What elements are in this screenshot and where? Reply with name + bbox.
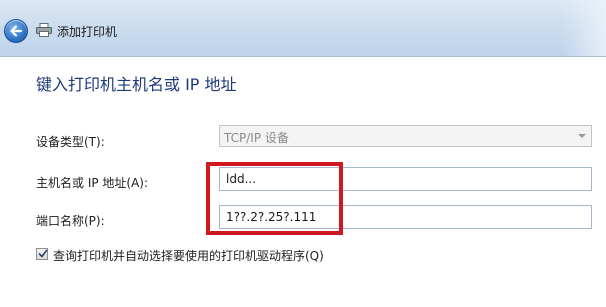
printer-icon [36,23,52,37]
chevron-down-icon [578,134,586,138]
hostname-value: ldd... [226,172,257,186]
hostname-input[interactable]: ldd... [219,167,592,191]
port-name-input[interactable]: 1??.2?.25?.111 [219,205,592,229]
back-button[interactable] [4,19,28,43]
page-heading: 键入打印机主机名或 IP 地址 [36,75,237,94]
device-type-select[interactable]: TCP/IP 设备 [219,125,592,147]
query-printer-label: 查询打印机并自动选择要使用的打印机驱动程序(Q) [53,249,324,263]
port-name-label: 端口名称(P): [36,214,105,228]
hostname-label: 主机名或 IP 地址(A): [36,176,149,190]
query-printer-checkbox[interactable] [36,248,48,260]
device-type-label: 设备类型(T): [36,135,105,149]
device-type-value: TCP/IP 设备 [224,131,289,145]
window-title: 添加打印机 [57,25,118,39]
title-bar-edge [562,0,606,56]
port-name-value: 1??.2?.25?.111 [226,210,317,224]
check-icon [38,249,48,258]
wizard-content: 键入打印机主机名或 IP 地址 设备类型(T): TCP/IP 设备 主机名或 … [0,57,606,307]
title-bar: 添加打印机 [0,0,606,57]
back-arrow-icon [10,25,23,37]
